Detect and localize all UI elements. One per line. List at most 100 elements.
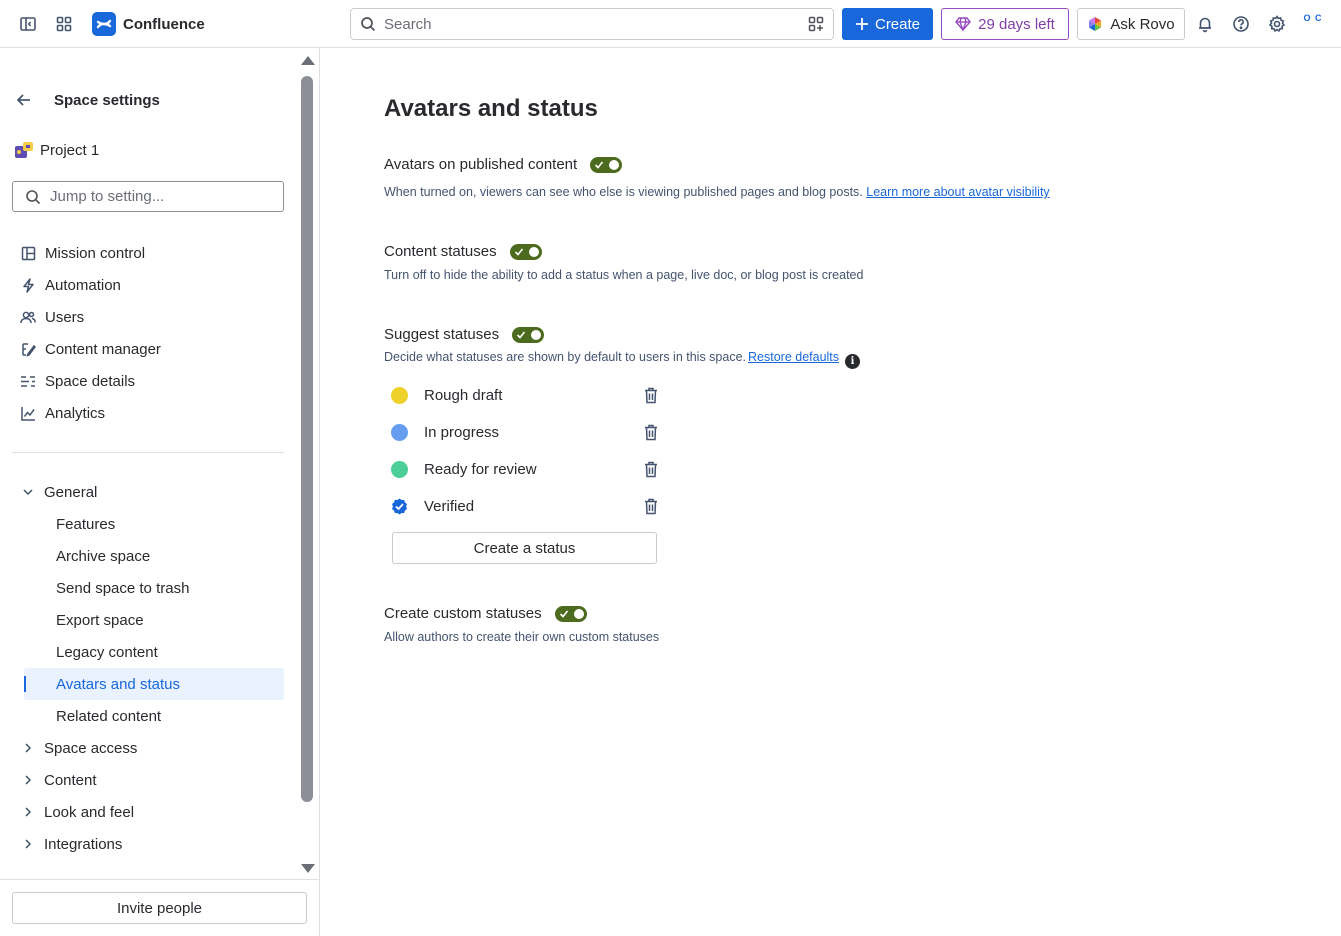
main-content: Avatars and status Avatars on published … [320, 48, 1341, 936]
scroll-down-arrow[interactable] [301, 864, 315, 873]
custom-statuses-description: Allow authors to create their own custom… [384, 630, 660, 644]
custom-statuses-toggle[interactable] [554, 605, 587, 622]
search-placeholder: Search [384, 15, 432, 33]
trial-label: 29 days left [978, 15, 1055, 33]
sidebar-item-avatars-and-status[interactable]: Avatars and status [24, 668, 284, 700]
suggest-statuses-toggle[interactable] [512, 326, 545, 343]
trash-icon[interactable] [642, 386, 660, 404]
sidebar-footer: Invite people [0, 879, 319, 936]
invite-people-button[interactable]: Invite people [12, 892, 307, 924]
rovo-icon [1089, 17, 1102, 31]
jump-to-setting-input[interactable]: Jump to setting... [12, 181, 284, 212]
suggest-statuses-setting: Suggest statuses [384, 326, 545, 343]
toggle-knob [573, 608, 584, 619]
help-icon[interactable] [1229, 12, 1253, 36]
toggle-knob [531, 329, 542, 340]
sidebar-item-users[interactable]: Users [20, 303, 84, 331]
sidebar-item-analytics[interactable]: Analytics [20, 399, 105, 427]
green-status-dot-icon [391, 460, 408, 478]
yellow-status-dot-icon [391, 386, 408, 404]
sidebar-scrollbar[interactable] [297, 48, 319, 878]
sidebar-group-label: Space access [44, 739, 138, 757]
sidebar-title: Space settings [54, 91, 160, 109]
sidebar-group-general[interactable]: General [20, 478, 97, 506]
status-row: Ready for review [390, 455, 668, 483]
sidebar-item-automation[interactable]: Automation [20, 271, 121, 299]
info-icon[interactable]: i [845, 354, 861, 369]
check-icon [559, 609, 568, 618]
layout-icon [20, 245, 36, 261]
custom-statuses-setting: Create custom statuses [384, 605, 587, 622]
setting-description-text: Decide what statuses are shown by defaul… [384, 350, 746, 364]
trash-icon[interactable] [642, 423, 660, 441]
notifications-bell-icon[interactable] [1193, 12, 1217, 36]
space-settings-sidebar: Space settings Project 1 Jump to setting… [0, 48, 320, 936]
app-switcher-icon[interactable] [52, 12, 76, 36]
plus-icon [855, 18, 868, 30]
suggest-statuses-description: Decide what statuses are shown by defaul… [384, 350, 861, 369]
top-navigation-bar: Confluence Search Create 29 days left As… [0, 0, 1341, 48]
back-to-space-button[interactable]: Space settings [12, 88, 160, 112]
sidebar-item-export-space[interactable]: Export space [24, 604, 284, 636]
avatars-description: When turned on, viewers can see who else… [384, 185, 1050, 199]
restore-defaults-link[interactable]: Restore defaults [748, 350, 839, 364]
content-statuses-toggle[interactable] [509, 243, 542, 260]
project-name: Project 1 [40, 141, 100, 159]
setting-label: Avatars on published content [384, 156, 578, 173]
trash-icon[interactable] [642, 460, 660, 478]
create-status-button[interactable]: Create a status [392, 532, 657, 564]
sidebar-toggle-icon[interactable] [16, 12, 40, 36]
check-icon [595, 160, 604, 169]
search-filter-icon[interactable] [808, 16, 824, 32]
sidebar-item-mission-control[interactable]: Mission control [20, 239, 145, 267]
status-label: Rough draft [424, 386, 503, 404]
sidebar-group-label: General [44, 483, 98, 501]
project-link[interactable]: Project 1 [14, 140, 99, 160]
check-icon [514, 247, 523, 256]
create-button[interactable]: Create [842, 8, 933, 40]
chevron-right-icon [20, 740, 36, 756]
status-row: Rough draft [390, 381, 668, 409]
sidebar-item-space-details[interactable]: Space details [20, 367, 135, 395]
sidebar-group-integrations[interactable]: Integrations [20, 830, 122, 858]
sidebar-group-space-access[interactable]: Space access [20, 734, 137, 762]
sidebar-item-related-content[interactable]: Related content [24, 700, 284, 732]
sidebar-item-content-manager[interactable]: Content manager [20, 335, 161, 363]
sidebar-group-look-and-feel[interactable]: Look and feel [20, 798, 134, 826]
scroll-up-arrow[interactable] [301, 56, 315, 65]
chart-icon [20, 405, 36, 421]
diamond-icon [955, 17, 972, 31]
sidebar-item-label: Content manager [45, 340, 161, 358]
search-input[interactable]: Search [350, 8, 834, 40]
sidebar-group-label: Look and feel [44, 803, 135, 821]
project-avatar-icon [14, 140, 34, 160]
toggle-knob [528, 246, 539, 257]
setting-label: Suggest statuses [384, 326, 500, 343]
avatar-visibility-link[interactable]: Learn more about avatar visibility [866, 185, 1049, 199]
status-label: Ready for review [424, 460, 537, 478]
confluence-logo-icon [92, 12, 116, 36]
sliders-icon [20, 373, 36, 389]
confluence-logo[interactable]: Confluence [92, 12, 205, 36]
sidebar-group-label: Content [44, 771, 97, 789]
sidebar-item-archive-space[interactable]: Archive space [24, 540, 284, 572]
sidebar-item-send-to-trash[interactable]: Send space to trash [24, 572, 284, 604]
trash-icon[interactable] [642, 497, 660, 515]
sidebar-item-label: Space details [45, 372, 136, 390]
avatars-toggle[interactable] [590, 156, 623, 173]
jump-placeholder: Jump to setting... [50, 188, 165, 205]
ask-rovo-button[interactable]: Ask Rovo [1077, 8, 1185, 40]
chevron-right-icon [20, 836, 36, 852]
content-statuses-description: Turn off to hide the ability to add a st… [384, 268, 864, 282]
sidebar-item-features[interactable]: Features [24, 508, 284, 540]
scroll-thumb[interactable] [301, 76, 313, 802]
status-label: In progress [424, 423, 500, 441]
user-avatar[interactable]: O C [1300, 12, 1326, 36]
settings-gear-icon[interactable] [1265, 12, 1289, 36]
sidebar-group-content[interactable]: Content [20, 766, 97, 794]
sidebar-item-legacy-content[interactable]: Legacy content [24, 636, 284, 668]
search-icon [25, 189, 41, 205]
chevron-right-icon [20, 804, 36, 820]
blue-status-dot-icon [391, 423, 408, 441]
trial-button[interactable]: 29 days left [941, 8, 1069, 40]
